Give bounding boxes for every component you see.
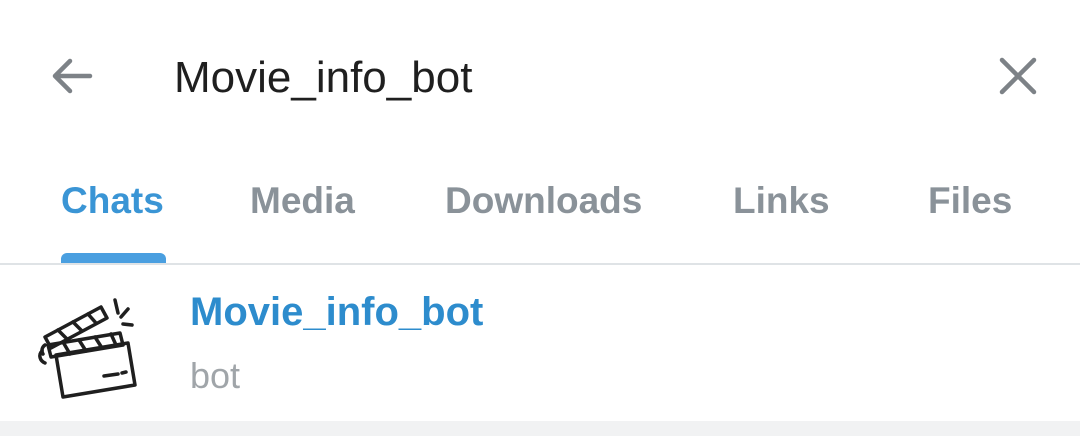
tab-files[interactable]: Files [928,180,1012,264]
list-item[interactable]: Movie_info_bot bot [0,265,1080,421]
clapperboard-icon [38,298,137,399]
clear-search-button[interactable] [982,40,1054,112]
tab-downloads[interactable]: Downloads [445,180,642,264]
tab-links[interactable]: Links [733,180,830,264]
tab-media[interactable]: Media [250,180,355,264]
search-screen: Chats Media Downloads Links Files [0,0,1080,436]
avatar [36,293,142,399]
search-filter-tabs: Chats Media Downloads Links Files [0,160,1080,264]
arrow-left-icon [52,58,93,94]
close-icon [999,57,1037,95]
tab-chats[interactable]: Chats [61,180,164,264]
search-header [0,0,1080,150]
list-background [0,421,1080,436]
back-button[interactable] [36,40,108,112]
result-title: Movie_info_bot [190,290,484,334]
result-subtitle: bot [190,355,241,396]
search-input[interactable] [174,48,934,108]
